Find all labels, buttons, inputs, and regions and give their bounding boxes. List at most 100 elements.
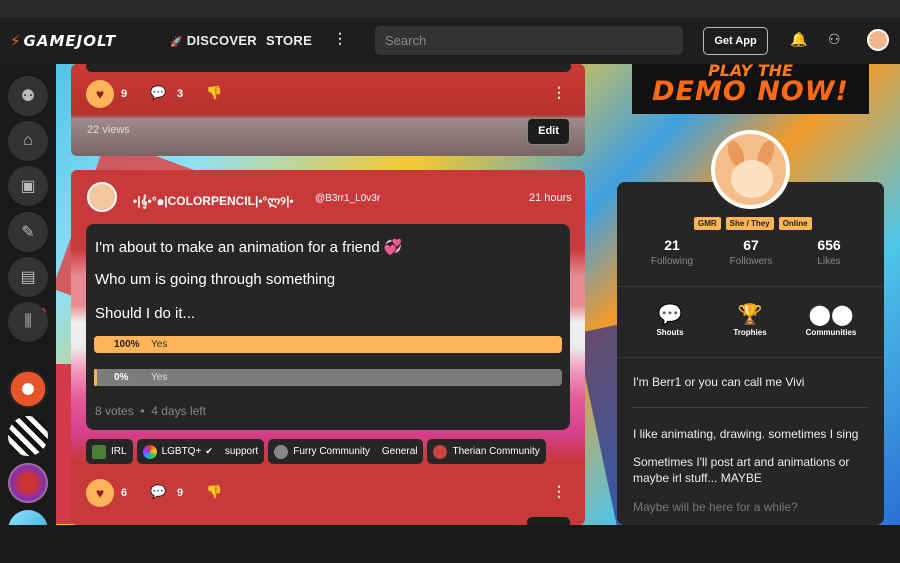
post-text-line: I'm about to make an animation for a fri… — [95, 238, 403, 256]
sidebar-activity-icon[interactable]: ⚉ — [8, 76, 48, 116]
sidebar-store-icon[interactable]: ⌂ — [8, 121, 48, 161]
tag-label: IRL — [111, 446, 127, 457]
tab-trophies[interactable]: 🏆 Trophies — [715, 302, 785, 337]
post-text-line: Who um is going through something — [95, 271, 336, 288]
avatar-art — [731, 160, 773, 198]
comment-count: 3 — [177, 88, 184, 100]
poll-fill — [94, 369, 97, 386]
post-time[interactable]: 21 hours — [529, 192, 572, 204]
nav-store[interactable]: STORE — [266, 33, 312, 48]
post-more-icon[interactable]: ⋮ — [552, 483, 566, 500]
promo-banner[interactable]: PLAY THE DEMO NOW! — [632, 64, 869, 114]
post-author-avatar[interactable] — [87, 182, 117, 212]
friends-icon[interactable]: ⚇ — [828, 31, 841, 48]
badge-gmr: GMR — [694, 217, 721, 230]
like-count: 6 — [121, 487, 128, 499]
thumbs-down-icon[interactable]: 👎 — [206, 85, 222, 101]
bell-icon[interactable]: 🔔 — [790, 31, 807, 48]
bolt-icon: ⚡ — [10, 32, 22, 50]
tab-label: Shouts — [656, 328, 684, 337]
heart-icon[interactable]: ♥ — [86, 80, 114, 108]
poll-option[interactable]: 0% Yes — [94, 369, 562, 386]
stat-followers[interactable]: 67 Followers — [721, 237, 781, 267]
poll-percent: 100% — [114, 339, 140, 350]
tag-irl[interactable]: IRL — [86, 439, 133, 464]
post-author-name[interactable]: •|𝄞•°๑|COLORPENCIL|•°ლ୨|• — [133, 192, 294, 211]
left-sidebar: ⚉ ⌂ ▣ ✎ ▤ ⫼ — [0, 64, 56, 550]
poll-option-label: Yes — [151, 339, 168, 350]
post-card: •|𝄞•°๑|COLORPENCIL|•°ლ୨|• @B3rr1_L0v3r 2… — [71, 170, 585, 525]
comment-icon[interactable]: 💬 — [150, 484, 166, 500]
post-text-line: Should I do it... — [95, 305, 196, 322]
poll-votes: 8 votes — [95, 404, 134, 418]
comment-count: 9 — [177, 487, 184, 499]
verified-icon: ✔ — [205, 446, 213, 456]
tag-label: Therian Community — [452, 446, 540, 457]
sidebar-brush-icon[interactable]: ✎ — [8, 212, 48, 252]
browser-top-strip — [0, 0, 900, 18]
poll-time-left: 4 days left — [151, 404, 206, 418]
gamejolt-logo[interactable]: ⚡ GAMEJOLT — [10, 32, 116, 50]
divider — [617, 357, 884, 358]
trophy-icon: 🏆 — [737, 304, 763, 326]
tag-therian-community[interactable]: Therian Community — [427, 439, 546, 464]
nav-discover[interactable]: 🚀 DISCOVER — [170, 33, 257, 48]
tag-lgbtq[interactable]: LGBTQ+ ✔ support — [136, 439, 265, 464]
tag-channel: General — [381, 446, 418, 457]
tab-shouts[interactable]: 💬 Shouts — [635, 302, 705, 337]
tab-communities[interactable]: ⬤⬤ Communities — [796, 302, 866, 337]
community-avatar[interactable] — [8, 416, 48, 456]
profile-avatar[interactable] — [711, 130, 790, 209]
poll-footer: 8 votes • 4 days left — [95, 404, 206, 418]
post-body: I'm about to make an animation for a fri… — [86, 224, 570, 430]
sidebar-library-icon[interactable]: ⫼ — [8, 302, 48, 342]
post-more-icon[interactable]: ⋮ — [552, 84, 566, 101]
badge-online: Online — [778, 217, 812, 230]
stat-value: 67 — [743, 237, 759, 253]
bio-line: Maybe will be here for a while? — [633, 500, 798, 514]
badge-pronouns: She / They — [725, 217, 774, 230]
tag-label: Furry Community — [293, 446, 370, 457]
post-card: ♥ 9 💬 3 👎 ⋮ 22 views Edit — [71, 64, 585, 156]
divider — [631, 407, 868, 408]
heart-emoji-icon: 💞 — [383, 239, 403, 256]
profile-badges: GMR She / They Online — [694, 217, 812, 230]
comment-icon[interactable]: 💬 — [150, 85, 166, 101]
bio-line: Sometimes I'll post art and animations o… — [633, 455, 850, 485]
community-tags: IRL LGBTQ+ ✔ support Furry Community Genera… — [86, 439, 576, 465]
edit-button[interactable] — [527, 517, 570, 525]
profile-card: GMR She / They Online 21 Following 67 Foll… — [617, 182, 884, 525]
like-count: 9 — [121, 88, 128, 100]
rocket-icon: 🚀 — [170, 37, 183, 48]
poll-percent: 0% — [114, 372, 129, 383]
thumbs-down-icon[interactable]: 👎 — [206, 484, 222, 500]
search-input[interactable]: Search — [375, 26, 683, 55]
stat-label: Likes — [817, 256, 841, 267]
post-author-handle[interactable]: @B3rr1_L0v3r — [315, 193, 380, 204]
community-avatar[interactable] — [8, 369, 48, 409]
stat-label: Followers — [729, 256, 773, 267]
heart-icon[interactable]: ♥ — [86, 479, 114, 507]
get-app-button[interactable]: Get App — [703, 27, 768, 55]
poll-option[interactable]: 100% Yes — [94, 336, 562, 353]
community-avatar[interactable] — [8, 463, 48, 503]
sidebar-chat-icon[interactable]: ▤ — [8, 257, 48, 297]
sidebar-backpack-icon[interactable]: ▣ — [8, 166, 48, 206]
post-text: I'm about to make an animation for a fri… — [95, 239, 380, 256]
edit-button[interactable]: Edit — [527, 118, 570, 145]
stat-likes[interactable]: 656 Likes — [799, 237, 859, 267]
tab-label: Trophies — [733, 328, 767, 337]
divider — [617, 286, 884, 287]
banner-line: DEMO NOW! — [652, 76, 849, 107]
tag-furry-community[interactable]: Furry Community General — [268, 439, 424, 464]
stat-following[interactable]: 21 Following — [642, 237, 702, 267]
stat-value: 656 — [817, 237, 841, 253]
kebab-icon[interactable]: ⋮ — [333, 30, 347, 47]
top-nav: ⚡ GAMEJOLT 🚀 DISCOVER STORE ⋮ Search Get … — [0, 18, 900, 64]
user-avatar[interactable] — [867, 29, 889, 51]
tag-label: LGBTQ+ — [161, 446, 202, 457]
community-icon — [433, 444, 448, 459]
bio-line: I'm Berr1 or you can call me Vivi — [633, 375, 805, 389]
community-icon — [142, 444, 157, 459]
stat-label: Following — [650, 256, 694, 267]
